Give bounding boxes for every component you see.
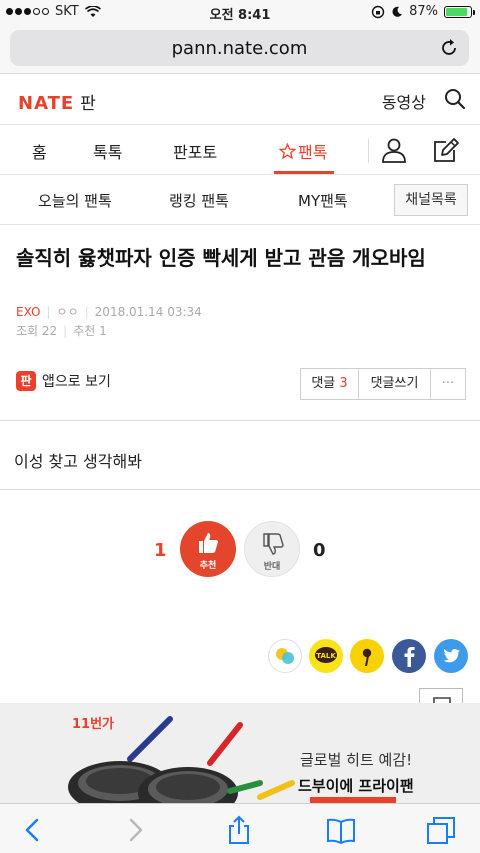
share-facebook-button[interactable] <box>392 639 426 673</box>
share-kakaostory-button[interactable] <box>268 639 302 673</box>
more-button[interactable]: ··· <box>431 369 465 399</box>
browser-toolbar <box>0 803 480 853</box>
downvote-button[interactable]: 반대 <box>244 521 300 577</box>
pan-app-icon: 판 <box>16 371 36 391</box>
ad-line1: 글로벌 히트 예감! <box>300 751 413 769</box>
moon-icon <box>392 6 403 17</box>
author: ㅇㅇ <box>56 305 79 319</box>
recommend-count: 추천 1 <box>73 324 107 338</box>
primary-nav: 홈 톡톡 판포토 팬톡 <box>0 125 480 175</box>
article-stats: 조회 22 | 추천 1 <box>16 323 107 339</box>
article-title: 솔직히 윯챗파자 인증 빡세게 받고 관음 개오바임 <box>16 246 426 270</box>
kakaotalk-icon: TALK <box>309 639 343 673</box>
kakaotalk-label: TALK <box>316 652 336 660</box>
battery-percent: 87% <box>409 4 438 19</box>
upvote-label: 추천 <box>199 561 217 571</box>
tab-home[interactable]: 홈 <box>32 139 47 163</box>
reload-icon[interactable] <box>439 38 459 58</box>
channel-list-button[interactable]: 채널목록 <box>394 184 468 216</box>
site-logo[interactable]: NATE 판 <box>18 89 96 114</box>
logo-pan: 판 <box>80 94 96 114</box>
tabs-icon[interactable] <box>426 815 456 845</box>
category-link[interactable]: EXO <box>16 305 40 319</box>
subtab-my-fantok[interactable]: MY팬톡 <box>298 190 348 211</box>
lock-rotation-icon <box>371 5 385 18</box>
star-icon <box>279 142 296 159</box>
url-text: pann.nate.com <box>171 38 308 59</box>
kakaostory-icon <box>268 639 302 673</box>
share-twitter-button[interactable] <box>434 639 468 673</box>
nav-divider <box>368 139 369 163</box>
comments-count: 3 <box>339 376 348 391</box>
site-header: NATE 판 동영상 <box>0 75 480 125</box>
video-link[interactable]: 동영상 <box>382 89 426 113</box>
forward-icon[interactable] <box>120 815 150 845</box>
open-in-app-label: 앱으로 보기 <box>42 374 111 390</box>
downvote-label: 반대 <box>263 562 281 572</box>
frying-pan-illustration <box>68 716 295 803</box>
status-bar: SKT 오전 8:41 87% <box>0 0 480 24</box>
divider <box>0 420 480 421</box>
comments-label: 댓글 <box>311 376 336 391</box>
kakao-channel-icon <box>350 639 384 673</box>
tab-panphoto[interactable]: 판포토 <box>173 139 217 163</box>
logo-nate: NATE <box>18 93 75 114</box>
ad-banner[interactable]: 11번가 글로벌 히트 예감! 드부이에 프라이팬 <box>0 703 480 803</box>
search-icon[interactable] <box>444 88 466 110</box>
active-tab-indicator <box>274 171 334 174</box>
thumbs-down-icon <box>263 533 284 555</box>
comments-button[interactable]: 댓글 3 <box>301 369 359 399</box>
share-kakaotalk-button[interactable]: TALK <box>309 639 343 673</box>
subtab-ranking-fantok[interactable]: 랭킹 팬톡 <box>169 190 229 211</box>
write-comment-button[interactable]: 댓글쓰기 <box>359 369 431 399</box>
address-field[interactable]: pann.nate.com <box>10 30 469 66</box>
browser-url-bar: pann.nate.com <box>0 24 480 74</box>
upvote-button[interactable]: 추천 <box>180 521 236 577</box>
bookmarks-icon[interactable] <box>326 815 356 845</box>
comment-actions: 댓글 3 댓글쓰기 ··· <box>300 368 466 400</box>
tab-fantok-label: 팬톡 <box>298 143 328 162</box>
back-icon[interactable] <box>18 815 48 845</box>
open-in-app-button[interactable]: 판 앱으로 보기 <box>16 371 111 391</box>
share-kakao-channel-button[interactable] <box>350 639 384 673</box>
article-body: 이성 찾고 생각해봐 <box>14 452 142 471</box>
tab-toktok[interactable]: 톡톡 <box>93 139 122 163</box>
secondary-nav: 오늘의 팬톡 랭킹 팬톡 MY팬톡 채널목록 <box>0 175 480 225</box>
user-icon[interactable] <box>381 137 407 163</box>
twitter-icon <box>434 639 468 673</box>
upvote-count: 1 <box>154 540 167 561</box>
view-count: 조회 22 <box>16 324 58 338</box>
ad-line2: 드부이에 프라이팬 <box>298 777 414 795</box>
thumbs-up-icon <box>199 533 218 553</box>
battery-icon <box>444 5 475 18</box>
divider <box>0 489 480 490</box>
subtab-today-fantok[interactable]: 오늘의 팬톡 <box>38 190 112 211</box>
article-meta: EXO | ㅇㅇ | 2018.01.14 03:34 <box>16 304 202 320</box>
share-icon[interactable] <box>224 815 254 845</box>
downvote-count: 0 <box>313 540 326 561</box>
write-icon[interactable] <box>432 136 460 164</box>
facebook-icon <box>392 639 426 673</box>
tab-fantok[interactable]: 팬톡 <box>279 139 327 163</box>
post-date: 2018.01.14 03:34 <box>94 304 202 319</box>
